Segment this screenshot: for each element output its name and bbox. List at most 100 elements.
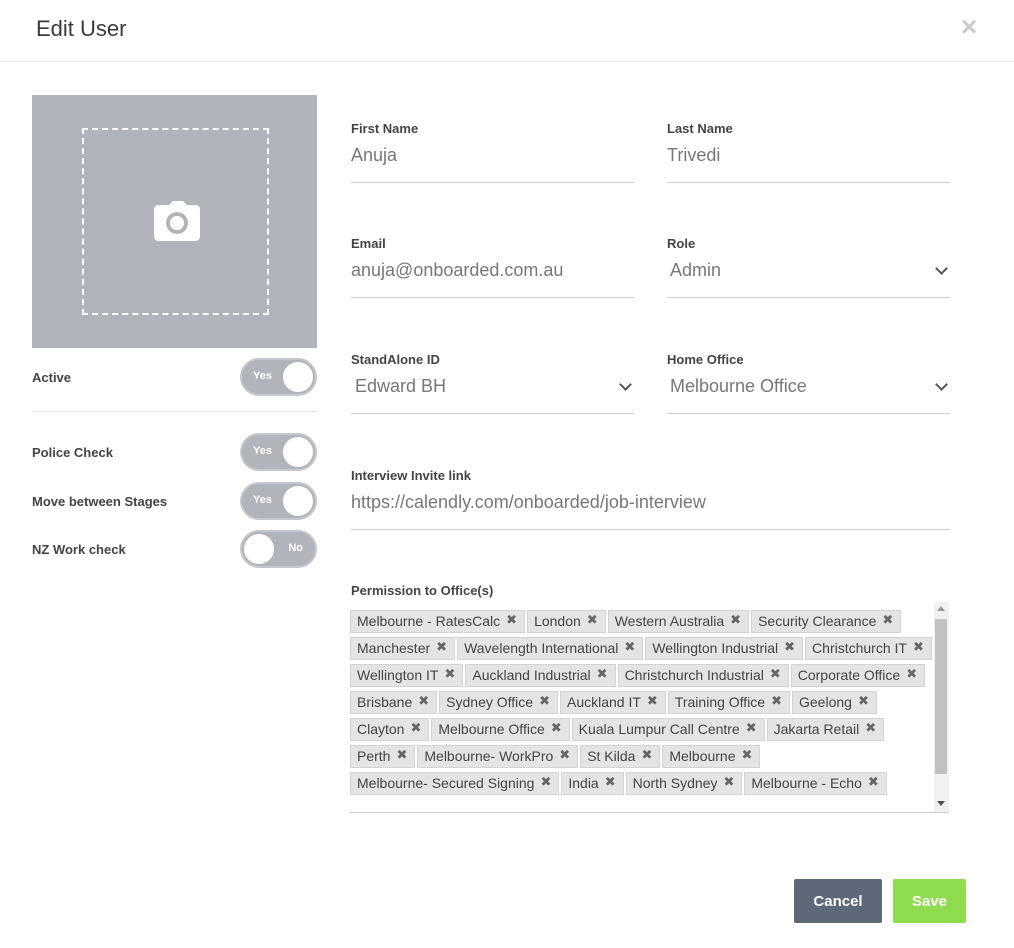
chevron-down-icon[interactable] <box>619 378 632 391</box>
permissions-label: Permission to Office(s) <box>351 583 494 598</box>
remove-tag-icon[interactable]: ✖ <box>436 638 447 656</box>
close-button[interactable]: × <box>957 13 981 41</box>
last-name-input[interactable]: Trivedi <box>667 145 720 166</box>
scroll-thumb[interactable] <box>935 619 947 774</box>
remove-tag-icon[interactable]: ✖ <box>540 773 551 791</box>
remove-tag-icon[interactable]: ✖ <box>771 692 782 710</box>
remove-tag-icon[interactable]: ✖ <box>444 665 455 683</box>
move-between-stages-row: Move between Stages Yes <box>32 482 317 522</box>
office-tag-label: Wellington IT <box>357 667 439 683</box>
office-tag: Corporate Office ✖ <box>790 664 926 687</box>
remove-tag-icon[interactable]: ✖ <box>647 692 658 710</box>
email-field: Email anuja@onboarded.com.au <box>351 236 634 300</box>
office-tag: Western Australia ✖ <box>607 610 750 633</box>
office-tag-label: Christchurch Industrial <box>624 667 764 683</box>
office-tag-label: Manchester <box>357 640 431 656</box>
role-select[interactable]: Admin <box>670 260 721 281</box>
office-tag: Training Office ✖ <box>667 691 790 714</box>
email-input[interactable]: anuja@onboarded.com.au <box>351 260 563 281</box>
nz-work-check-toggle[interactable]: No <box>240 530 317 568</box>
toggle-knob <box>244 534 274 564</box>
office-tag-label: Melbourne- Secured Signing <box>357 775 535 791</box>
remove-tag-icon[interactable]: ✖ <box>539 692 550 710</box>
office-tag-label: Wellington Industrial <box>652 640 779 656</box>
remove-tag-icon[interactable]: ✖ <box>410 719 421 737</box>
remove-tag-icon[interactable]: ✖ <box>396 746 407 764</box>
office-tag: London ✖ <box>527 610 606 633</box>
photo-dropzone[interactable] <box>82 128 269 315</box>
home-office-select[interactable]: Melbourne Office <box>670 376 807 397</box>
remove-tag-icon[interactable]: ✖ <box>587 611 598 629</box>
remove-tag-icon[interactable]: ✖ <box>551 719 562 737</box>
home-office-field: Home Office Melbourne Office <box>667 352 950 416</box>
cancel-button[interactable]: Cancel <box>794 879 882 923</box>
chevron-down-icon[interactable] <box>935 262 948 275</box>
office-tag-label: Brisbane <box>357 694 413 710</box>
standalone-id-select[interactable]: Edward BH <box>355 376 446 397</box>
remove-tag-icon[interactable]: ✖ <box>723 773 734 791</box>
office-tag-label: London <box>534 613 581 629</box>
remove-tag-icon[interactable]: ✖ <box>868 773 879 791</box>
office-tag: Christchurch Industrial ✖ <box>617 664 789 687</box>
remove-tag-icon[interactable]: ✖ <box>746 719 757 737</box>
remove-tag-icon[interactable]: ✖ <box>641 746 652 764</box>
remove-tag-icon[interactable]: ✖ <box>906 665 917 683</box>
toggle-knob <box>283 486 313 516</box>
remove-tag-icon[interactable]: ✖ <box>784 638 795 656</box>
office-tag-label: Auckland IT <box>566 694 641 710</box>
move-between-stages-toggle[interactable]: Yes <box>240 482 317 520</box>
office-tag: Auckland IT ✖ <box>559 691 666 714</box>
office-tag-label: Melbourne <box>669 748 736 764</box>
active-row: Active Yes <box>32 358 317 398</box>
save-button[interactable]: Save <box>893 879 966 923</box>
email-label: Email <box>351 236 386 251</box>
remove-tag-icon[interactable]: ✖ <box>418 692 429 710</box>
office-tag-label: Training Office <box>674 694 766 710</box>
office-tag: St Kilda ✖ <box>580 745 661 768</box>
office-tag: Sydney Office ✖ <box>439 691 558 714</box>
chevron-down-icon[interactable] <box>935 378 948 391</box>
active-toggle[interactable]: Yes <box>240 358 317 396</box>
remove-tag-icon[interactable]: ✖ <box>882 611 893 629</box>
camera-icon <box>154 201 200 241</box>
police-check-toggle[interactable]: Yes <box>240 433 317 471</box>
modal-header: Edit User × <box>0 0 1014 62</box>
office-tag: Brisbane ✖ <box>350 691 438 714</box>
photo-upload-area[interactable] <box>32 95 317 348</box>
office-tag-label: Melbourne- WorkPro <box>424 748 554 764</box>
permissions-multiselect[interactable]: Melbourne - RatesCalc ✖ London ✖ Western Aus… <box>350 602 949 813</box>
remove-tag-icon[interactable]: ✖ <box>730 611 741 629</box>
remove-tag-icon[interactable]: ✖ <box>742 746 753 764</box>
office-tag: Melbourne - Echo ✖ <box>744 772 887 795</box>
office-tag: Geelong ✖ <box>792 691 877 714</box>
toggle-knob <box>283 362 313 392</box>
office-tag-label: Geelong <box>799 694 852 710</box>
office-tag-label: Sydney Office <box>446 694 534 710</box>
office-tag-label: Kuala Lumpur Call Centre <box>578 721 740 737</box>
police-check-label: Police Check <box>32 445 113 460</box>
remove-tag-icon[interactable]: ✖ <box>559 746 570 764</box>
remove-tag-icon[interactable]: ✖ <box>865 719 876 737</box>
remove-tag-icon[interactable]: ✖ <box>605 773 616 791</box>
remove-tag-icon[interactable]: ✖ <box>913 638 924 656</box>
scrollbar[interactable] <box>934 602 949 812</box>
remove-tag-icon[interactable]: ✖ <box>858 692 869 710</box>
nz-work-check-label: NZ Work check <box>32 542 126 557</box>
remove-tag-icon[interactable]: ✖ <box>770 665 781 683</box>
remove-tag-icon[interactable]: ✖ <box>506 611 517 629</box>
active-label: Active <box>32 370 72 385</box>
move-between-stages-toggle-state: Yes <box>253 494 272 506</box>
home-office-label: Home Office <box>667 352 744 367</box>
remove-tag-icon[interactable]: ✖ <box>597 665 608 683</box>
office-tag-label: St Kilda <box>587 748 636 764</box>
move-between-stages-label: Move between Stages <box>32 494 168 509</box>
scroll-down-icon[interactable] <box>937 801 945 806</box>
interview-link-input[interactable]: https://calendly.com/onboarded/job-inter… <box>351 492 706 513</box>
remove-tag-icon[interactable]: ✖ <box>624 638 635 656</box>
first-name-input[interactable]: Anuja <box>351 145 397 166</box>
police-check-toggle-state: Yes <box>253 445 272 457</box>
active-toggle-state: Yes <box>253 370 272 382</box>
office-tag: Melbourne ✖ <box>662 745 761 768</box>
scroll-up-icon[interactable] <box>937 606 945 611</box>
office-tag: Melbourne- Secured Signing ✖ <box>350 772 560 795</box>
